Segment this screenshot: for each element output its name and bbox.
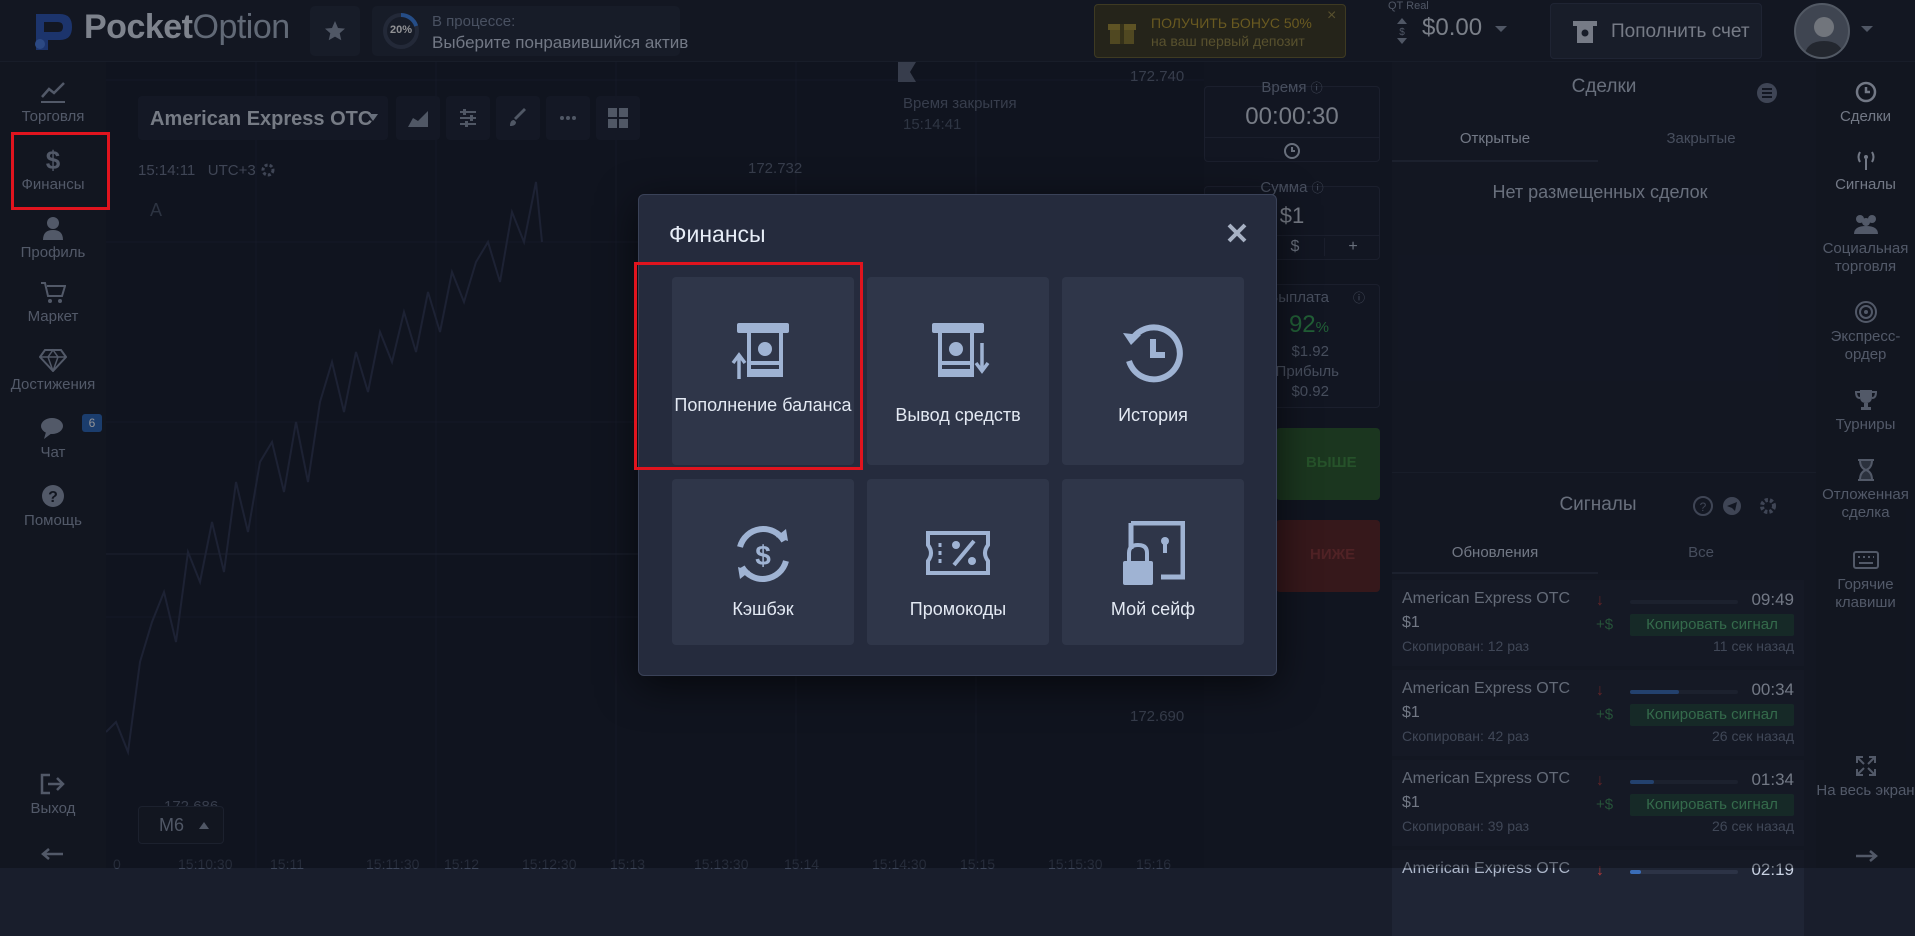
tile-history[interactable]: История bbox=[1062, 277, 1244, 465]
svg-text:$: $ bbox=[755, 540, 771, 571]
highlight-deposit-tile bbox=[634, 262, 863, 470]
promo-icon bbox=[926, 531, 990, 575]
tile-label: Вывод средств bbox=[895, 405, 1021, 425]
history-icon bbox=[1123, 324, 1183, 383]
tile-label: История bbox=[1118, 405, 1188, 425]
tile-cashback[interactable]: $ Кэшбэк bbox=[672, 479, 854, 645]
signal-progress-bar bbox=[1630, 870, 1738, 874]
tile-my-safe[interactable]: Мой сейф bbox=[1062, 479, 1244, 645]
tile-withdraw[interactable]: Вывод средств bbox=[867, 277, 1049, 465]
withdraw-icon bbox=[932, 323, 990, 377]
close-icon bbox=[1227, 223, 1247, 243]
cashback-icon: $ bbox=[737, 526, 789, 582]
tile-label: Кэшбэк bbox=[732, 599, 794, 619]
close-button[interactable] bbox=[1223, 219, 1251, 247]
highlight-finance-nav bbox=[11, 132, 110, 210]
safe-icon bbox=[1123, 521, 1185, 585]
modal-title: Финансы bbox=[669, 221, 766, 247]
tile-label: Промокоды bbox=[909, 599, 1007, 619]
tile-promocodes[interactable]: Промокоды bbox=[867, 479, 1049, 645]
tile-label: Мой сейф bbox=[1110, 599, 1196, 619]
